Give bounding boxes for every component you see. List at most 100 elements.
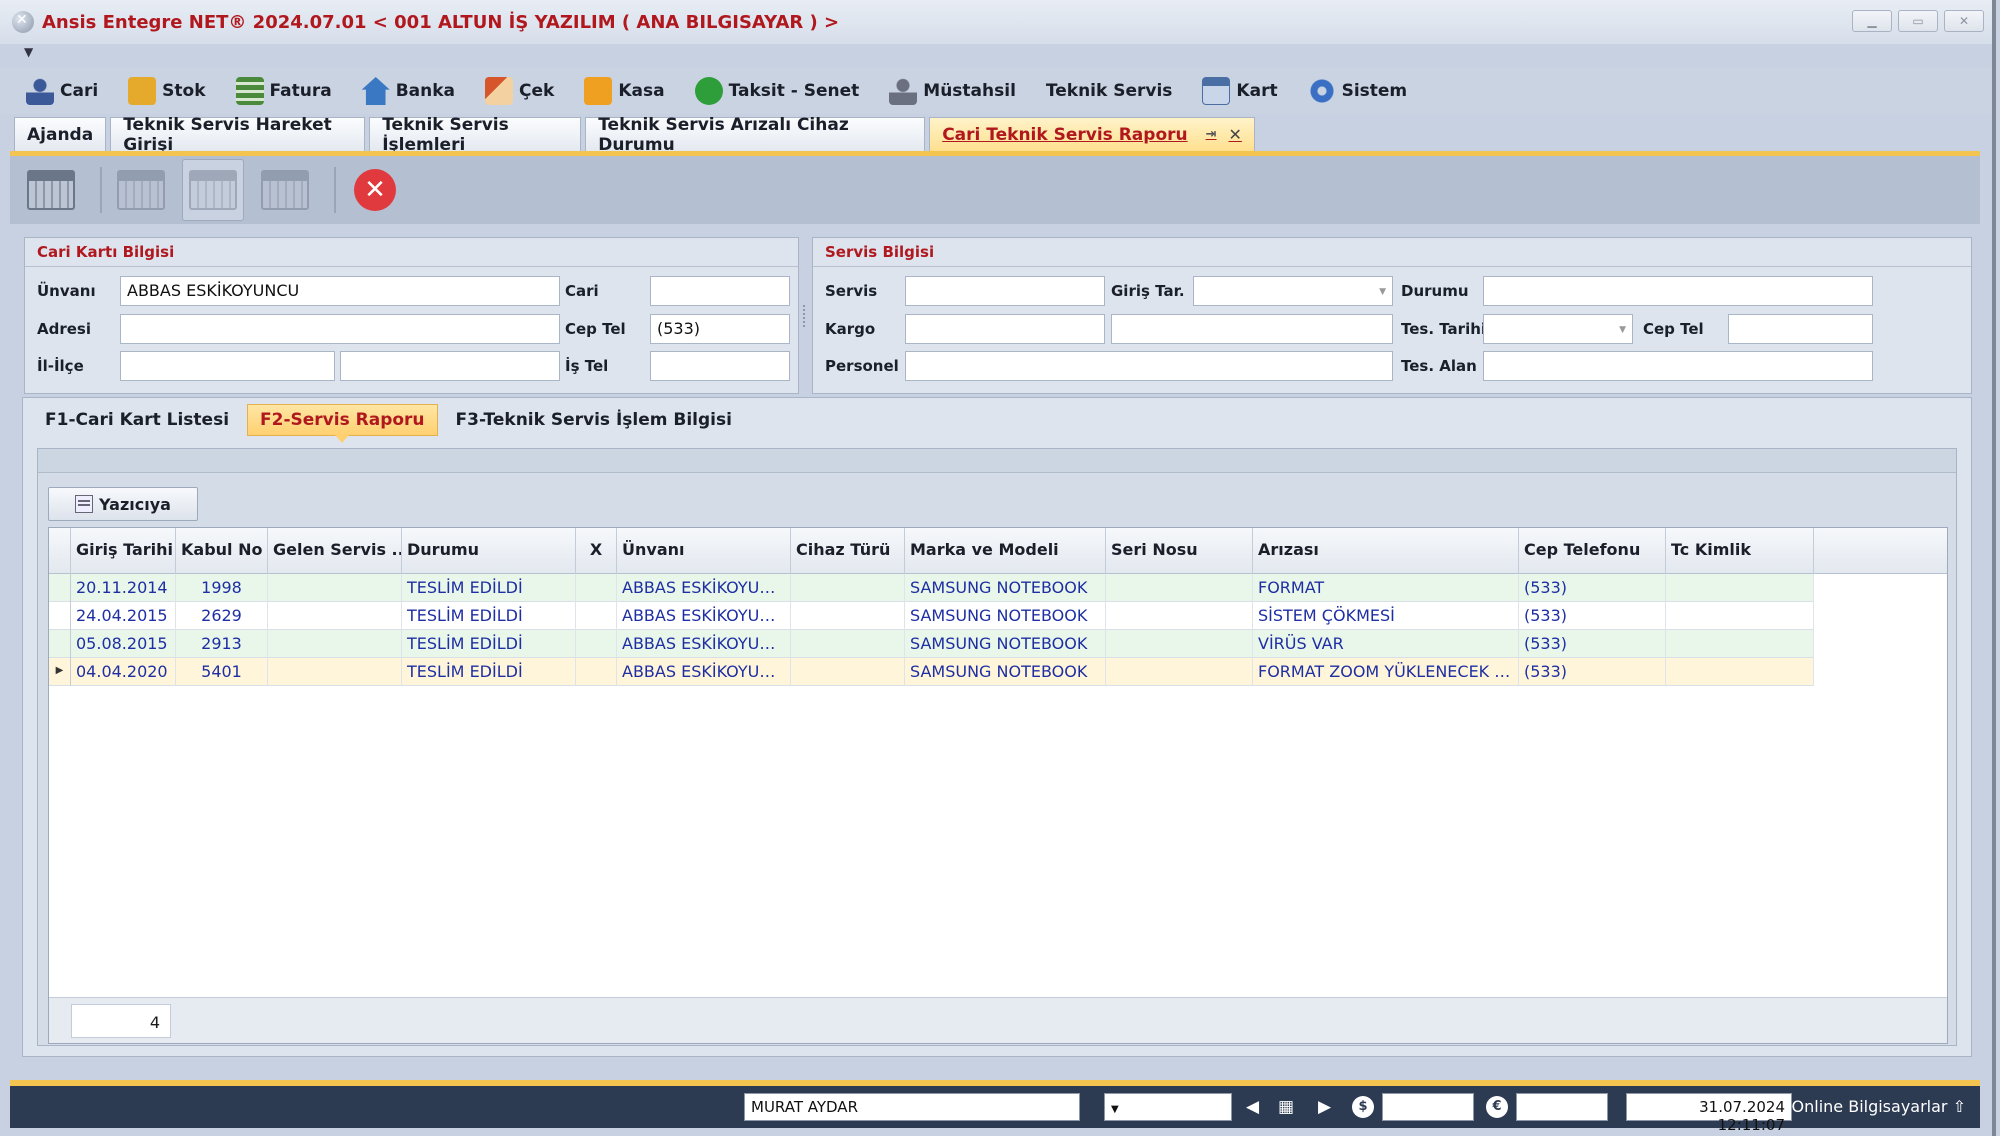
next-arrow-icon[interactable]: ▶ <box>1318 1097 1331 1117</box>
print-button[interactable]: Yazıcıya <box>48 487 198 521</box>
online-computers[interactable]: Online Bilgisayarlar ⇧ <box>1792 1097 1966 1116</box>
invoice-icon <box>235 77 264 105</box>
column-header-seri-nosu[interactable]: Seri Nosu <box>1106 528 1253 574</box>
boxes-icon <box>128 77 157 105</box>
table-row[interactable]: 05.08.2015 2913 TESLİM EDİLDİ ABBAS ESKİ… <box>49 630 1814 658</box>
dropdown-arrow-icon: ▼ <box>1619 325 1626 335</box>
kargo-field[interactable] <box>905 314 1105 344</box>
calendar-button[interactable] <box>20 159 82 221</box>
menu-stok[interactable]: Stok <box>128 77 206 105</box>
tab-cari-teknik-servis-raporu[interactable]: Cari Teknik Servis Raporu ⇥ ✕ <box>929 117 1255 151</box>
tes-tarihi-dropdown[interactable]: ▼ <box>1483 314 1633 344</box>
adresi-field[interactable] <box>120 314 560 344</box>
main-menu: Cari Stok Fatura Banka Çek Kasa Taksit -… <box>0 68 1992 114</box>
column-header-arizasi[interactable]: Arızası <box>1253 528 1519 574</box>
menu-sistem[interactable]: Sistem <box>1307 77 1407 105</box>
cell-kabul-no: 2913 <box>176 630 268 658</box>
group-by-area <box>38 449 1956 473</box>
group-divider <box>813 266 1971 267</box>
ilce-field[interactable] <box>340 351 560 381</box>
table-row-selected[interactable]: ▶ 04.04.2020 5401 TESLİM EDİLDİ ABBAS ES… <box>49 658 1814 686</box>
menu-mustahsil[interactable]: Müstahsil <box>889 77 1016 105</box>
quick-access-dropdown-icon[interactable]: ▼ <box>24 45 33 59</box>
tab-ajanda[interactable]: Ajanda <box>14 117 107 151</box>
is-tel-field[interactable] <box>650 351 790 381</box>
menu-cari[interactable]: Cari <box>26 77 98 105</box>
tes-alan-field[interactable] <box>1483 351 1873 381</box>
maximize-icon[interactable]: ▭ <box>1898 10 1938 32</box>
cancel-button[interactable]: ✕ <box>344 159 406 221</box>
user-icon <box>26 77 54 105</box>
column-header-durumu[interactable]: Durumu <box>402 528 576 574</box>
column-header-kabul-no[interactable]: Kabul No <box>176 528 268 574</box>
tab-teknik-servis-islemleri[interactable]: Teknik Servis İşlemleri <box>369 115 582 155</box>
menu-teknik-servis[interactable]: Teknik Servis <box>1046 81 1173 101</box>
cell-cihaz-turu <box>791 630 905 658</box>
cell-arizasi: SİSTEM ÇÖKMESİ <box>1253 602 1519 630</box>
cep-tel-field[interactable]: (533) <box>650 314 790 344</box>
cell-gelen-servis <box>268 658 402 686</box>
column-header-giris-tarihi[interactable]: Giriş Tarihi <box>71 528 176 574</box>
durumu-field[interactable] <box>1483 276 1873 306</box>
menu-kasa[interactable]: Kasa <box>584 77 665 105</box>
menu-kart[interactable]: Kart <box>1202 77 1278 105</box>
column-header-cep-telefonu[interactable]: Cep Telefonu <box>1519 528 1666 574</box>
table-row[interactable]: 24.04.2015 2629 TESLİM EDİLDİ ABBAS ESKİ… <box>49 602 1814 630</box>
cell-tc-kimlik <box>1666 602 1814 630</box>
cari-field[interactable] <box>650 276 790 306</box>
online-arrow-icon: ⇧ <box>1952 1097 1966 1116</box>
euro-rate-field[interactable] <box>1516 1093 1608 1121</box>
tab-teknik-servis-arizali-cihaz[interactable]: Teknik Servis Arızalı Cihaz Durumu <box>585 115 926 155</box>
servis-cep-tel-field[interactable] <box>1728 314 1873 344</box>
card-search-icon <box>1202 77 1231 105</box>
user-field[interactable]: MURAT AYDAR <box>744 1093 1080 1121</box>
kargo-detail-field[interactable] <box>1111 314 1393 344</box>
tes-tarihi-label: Tes. Tarihi <box>1401 320 1487 338</box>
tab-f3-teknik-servis-islem-bilgisi[interactable]: F3-Teknik Servis İşlem Bilgisi <box>444 404 744 436</box>
cell-arizasi: FORMAT <box>1253 574 1519 602</box>
column-header-marka-modeli[interactable]: Marka ve Modeli <box>905 528 1106 574</box>
column-header-tc-kimlik[interactable]: Tc Kimlik <box>1666 528 1814 574</box>
servis-field[interactable] <box>905 276 1105 306</box>
period-dropdown[interactable]: ▼ <box>1104 1093 1232 1121</box>
calendar-week-button[interactable] <box>182 159 244 221</box>
calendar-small-icon[interactable]: ▦ <box>1278 1097 1294 1117</box>
tab-f2-servis-raporu[interactable]: F2-Servis Raporu <box>247 404 438 443</box>
column-header-cihaz-turu[interactable]: Cihaz Türü <box>791 528 905 574</box>
pin-icon[interactable]: ⇥ <box>1206 127 1217 142</box>
unvani-field[interactable]: ABBAS ESKİKOYUNCU <box>120 276 560 306</box>
close-window-icon[interactable]: ✕ <box>1944 10 1984 32</box>
close-tab-icon[interactable]: ✕ <box>1229 125 1242 144</box>
menu-cek[interactable]: Çek <box>485 77 554 105</box>
calendar-icon <box>27 170 75 210</box>
menu-banka[interactable]: Banka <box>361 77 455 105</box>
cep-tel-label: Cep Tel <box>565 320 626 338</box>
tab-f1-cari-kart-listesi[interactable]: F1-Cari Kart Listesi <box>33 404 241 436</box>
cell-cihaz-turu <box>791 658 905 686</box>
dollar-rate-field[interactable] <box>1382 1093 1474 1121</box>
personel-field[interactable] <box>905 351 1393 381</box>
minimize-icon[interactable]: ▁ <box>1852 10 1892 32</box>
cell-giris-tarihi: 24.04.2015 <box>71 602 176 630</box>
toolbar-separator <box>334 167 336 213</box>
giris-tar-dropdown[interactable]: ▼ <box>1193 276 1393 306</box>
record-count: 4 <box>71 1004 171 1038</box>
cell-tc-kimlik <box>1666 574 1814 602</box>
calendar-day-button[interactable] <box>110 159 172 221</box>
grid-footer: 4 <box>49 997 1947 1043</box>
splitter-handle[interactable] <box>803 305 807 327</box>
column-header-unvani[interactable]: Ünvanı <box>617 528 791 574</box>
column-header-x[interactable]: X <box>576 528 617 574</box>
window-title: Ansis Entegre NET® 2024.07.01 < 001 ALTU… <box>42 11 840 33</box>
previous-arrow-icon[interactable]: ◀ <box>1246 1097 1259 1117</box>
menu-taksit-senet[interactable]: Taksit - Senet <box>694 77 859 105</box>
euro-icon: € <box>1486 1096 1508 1118</box>
table-row[interactable]: 20.11.2014 1998 TESLİM EDİLDİ ABBAS ESKİ… <box>49 574 1814 602</box>
cell-gelen-servis <box>268 630 402 658</box>
menu-fatura[interactable]: Fatura <box>235 77 332 105</box>
calendar-month-button[interactable] <box>254 159 316 221</box>
il-field[interactable] <box>120 351 335 381</box>
column-header-gelen-servis[interactable]: Gelen Servis ... <box>268 528 402 574</box>
tab-teknik-servis-hareket-girisi[interactable]: Teknik Servis Hareket Girişi <box>110 115 366 155</box>
cell-x <box>576 658 617 686</box>
